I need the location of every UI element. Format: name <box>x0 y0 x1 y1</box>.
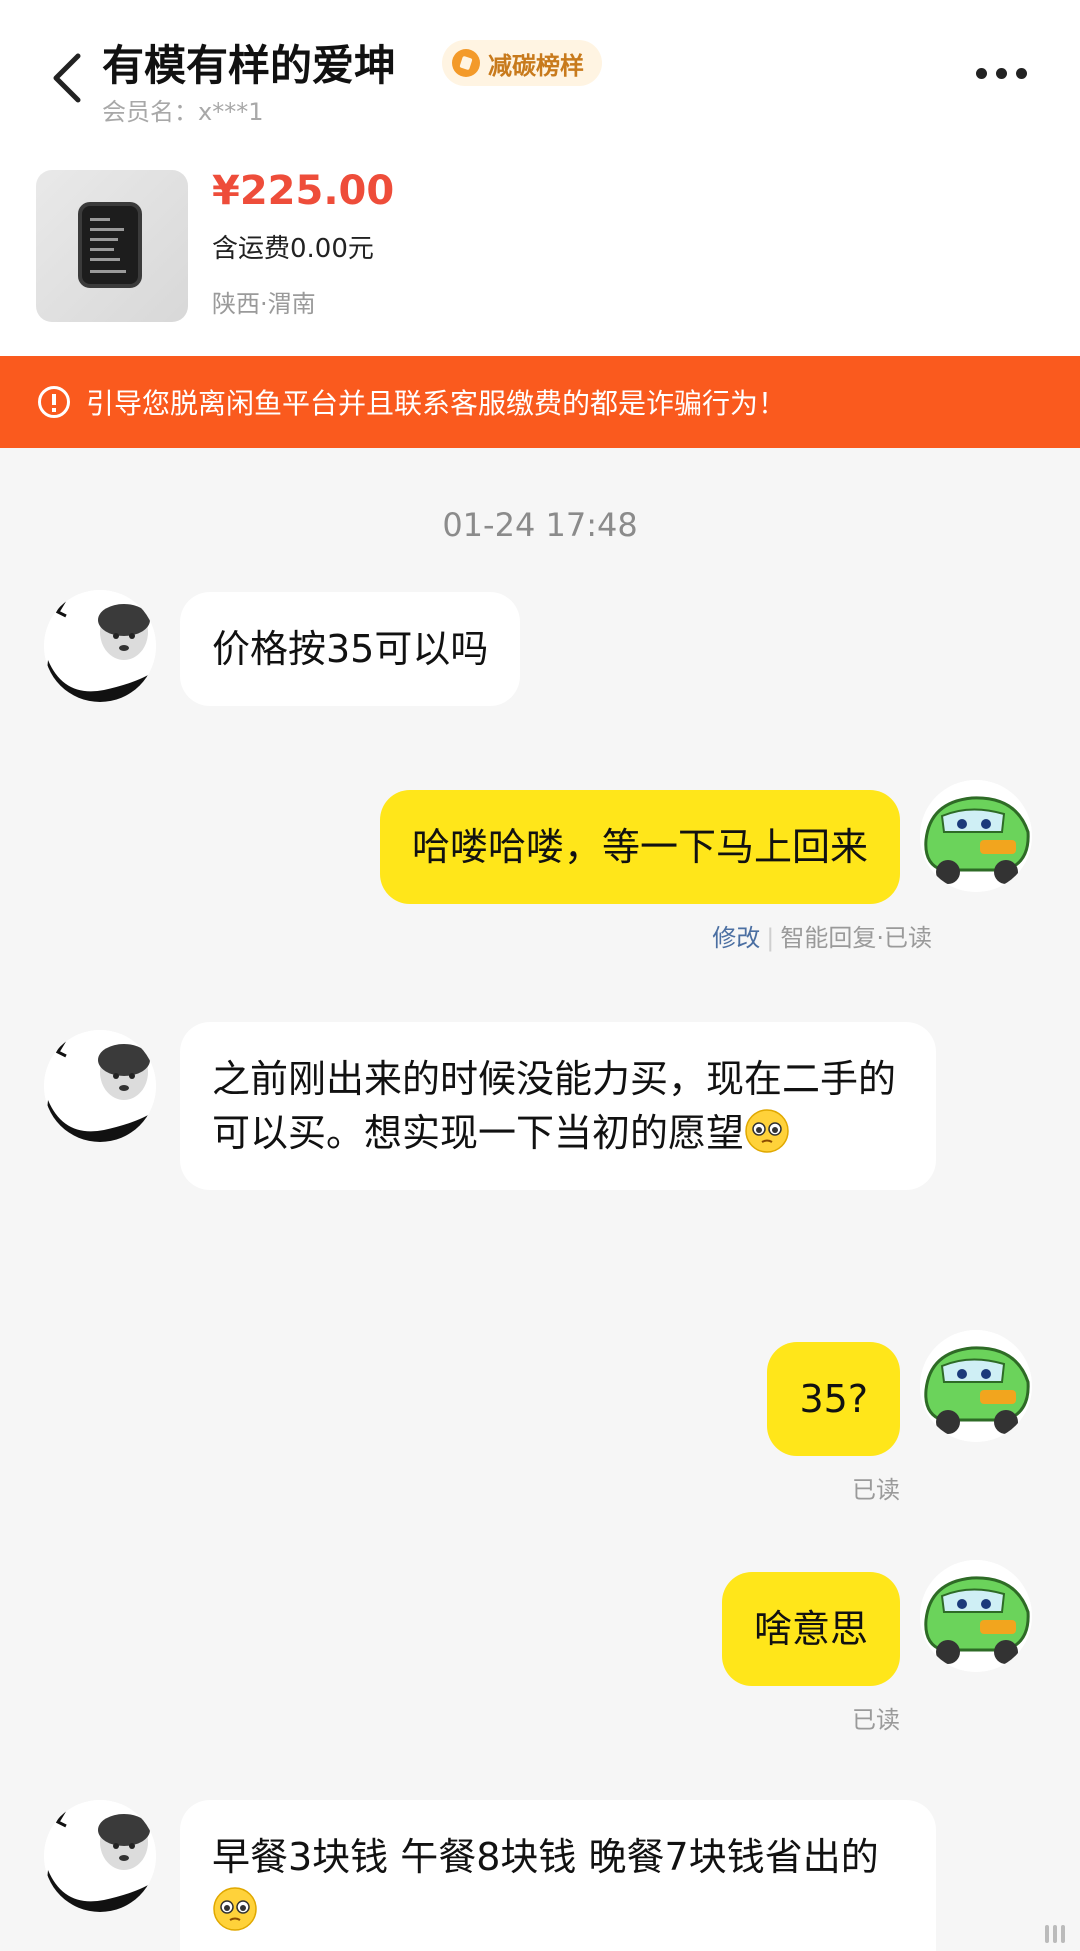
badge-label: 减碳榜样 <box>488 51 584 80</box>
member-name: 会员名：x***1 <box>102 98 264 126</box>
carbon-badge[interactable]: 减碳榜样 <box>442 40 602 86</box>
message-bubble-left[interactable]: 早餐3块钱 午餐8块钱 晚餐7块钱省出的 <box>180 1800 936 1951</box>
scroll-indicator <box>1045 1925 1075 1945</box>
message-text: 价格按35可以吗 <box>212 627 489 671</box>
message-bubble-left[interactable]: 价格按35可以吗 <box>180 592 521 706</box>
read-status: 已读 <box>852 1476 900 1504</box>
read-status: 已读 <box>852 1706 900 1734</box>
chat-timestamp: 01-24 17:48 <box>442 506 638 544</box>
message-text: 之前刚出来的时候没能力买，现在二手的可以买。想实现一下当初的愿望 <box>212 1057 897 1155</box>
message-bubble-right[interactable]: 啥意思 <box>721 1572 900 1686</box>
fraud-warning-banner: 引导您脱离闲鱼平台并且联系客服缴费的都是诈骗行为！ <box>0 356 1080 448</box>
leaf-badge-icon <box>452 49 480 77</box>
shipping-fee: 含运费0.00元 <box>212 234 374 264</box>
pleading-face-emoji <box>213 1887 257 1931</box>
back-chevron-icon[interactable] <box>48 48 88 108</box>
message-text: 早餐3块钱 午餐8块钱 晚餐7块钱省出的 <box>212 1835 879 1879</box>
message-bubble-left[interactable]: 之前刚出来的时候没能力买，现在二手的可以买。想实现一下当初的愿望 <box>180 1022 936 1190</box>
message-text: 啥意思 <box>753 1607 868 1651</box>
my-avatar[interactable] <box>920 780 1032 892</box>
warning-text: 引导您脱离闲鱼平台并且联系客服缴费的都是诈骗行为！ <box>86 387 787 420</box>
alert-circle-icon <box>38 386 70 418</box>
message-bubble-right[interactable]: 哈喽哈喽，等一下马上回来 <box>379 790 900 904</box>
buyer-avatar[interactable] <box>44 590 156 702</box>
message-bubble-right[interactable]: 35? <box>767 1342 900 1456</box>
message-text: 35? <box>799 1377 868 1421</box>
buyer-avatar[interactable] <box>44 1800 156 1912</box>
pleading-face-emoji <box>745 1109 789 1153</box>
product-location: 陕西·渭南 <box>212 290 316 318</box>
more-dots-icon[interactable] <box>976 68 1036 88</box>
my-avatar[interactable] <box>920 1560 1032 1672</box>
read-status: 智能回复·已读 <box>780 924 932 952</box>
message-text: 哈喽哈喽，等一下马上回来 <box>411 825 868 869</box>
edit-link[interactable]: 修改 <box>712 924 760 952</box>
chat-header: 有模有样的爱坤 减碳榜样 会员名：x***1 ¥225.00 含运费0.00元 … <box>0 0 1080 356</box>
product-price: ¥225.00 <box>212 168 395 214</box>
buyer-avatar[interactable] <box>44 1030 156 1142</box>
message-status: 修改 | 智能回复·已读 <box>712 924 932 952</box>
product-thumbnail[interactable] <box>36 170 188 322</box>
smartwatch-image <box>78 202 142 288</box>
my-avatar[interactable] <box>920 1330 1032 1442</box>
seller-name[interactable]: 有模有样的爱坤 <box>102 32 396 93</box>
